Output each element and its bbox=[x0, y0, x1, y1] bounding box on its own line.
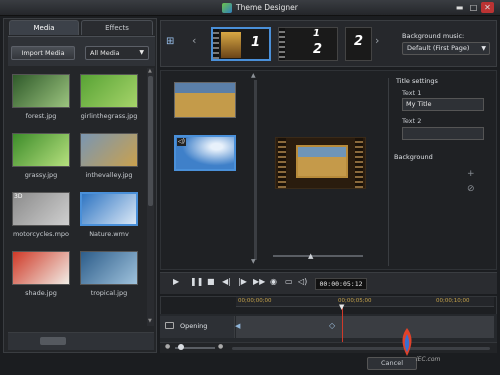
media-item-label: inthevalley.jpg bbox=[85, 171, 133, 179]
media-item[interactable]: forest.jpg bbox=[12, 74, 73, 120]
tab-media[interactable]: Media bbox=[9, 20, 79, 35]
add-scene-icon[interactable]: ⊞ bbox=[166, 36, 174, 47]
media-item-label: girlinthegrass.jpg bbox=[80, 112, 138, 120]
video-audio-icon: ◁) bbox=[177, 138, 186, 146]
placeholder-slot-1[interactable] bbox=[174, 82, 236, 118]
scroll-down-icon[interactable]: ▼ bbox=[251, 258, 256, 265]
tab-effects[interactable]: Effects bbox=[81, 20, 153, 35]
zoom-out-icon[interactable]: ● bbox=[165, 343, 170, 350]
playhead-handle[interactable]: ▼ bbox=[339, 303, 344, 311]
media-thumbnail[interactable] bbox=[80, 133, 138, 167]
scroll-up-icon[interactable]: ▲ bbox=[251, 72, 256, 79]
media-item[interactable]: Nature.wmv bbox=[80, 192, 141, 238]
media-thumbnail[interactable] bbox=[80, 251, 138, 285]
thumbnail-size-control[interactable] bbox=[40, 337, 66, 345]
scroll-down-icon[interactable]: ▼ bbox=[148, 318, 152, 324]
media-thumbnail[interactable] bbox=[12, 74, 70, 108]
track-lane[interactable] bbox=[236, 316, 494, 338]
add-background-icon[interactable]: + bbox=[467, 169, 475, 179]
maximize-button[interactable]: □ bbox=[467, 2, 480, 13]
snapshot-icon[interactable]: ◉ bbox=[270, 277, 277, 286]
timecode-display: 00:00:05:12 bbox=[315, 278, 367, 290]
previous-frame-button[interactable]: ◀| bbox=[222, 277, 231, 286]
background-heading: Background bbox=[394, 153, 433, 161]
preview-slider-track[interactable] bbox=[273, 255, 363, 257]
media-item[interactable]: tropical.jpg bbox=[80, 251, 141, 297]
title-settings-heading: Title settings bbox=[396, 77, 438, 85]
media-thumbnail[interactable] bbox=[80, 192, 138, 226]
media-item[interactable]: inthevalley.jpg bbox=[80, 133, 141, 179]
scene-number: 1 bbox=[313, 28, 320, 39]
3d-badge: 3D bbox=[14, 193, 23, 200]
media-item-label: motorcycles.mpo bbox=[12, 230, 70, 238]
chevron-down-icon: ▼ bbox=[139, 49, 144, 56]
slot-scrollbar[interactable] bbox=[254, 80, 257, 260]
media-thumbnail[interactable] bbox=[12, 251, 70, 285]
media-item-label: forest.jpg bbox=[25, 112, 57, 120]
import-media-button[interactable]: Import Media bbox=[11, 46, 75, 60]
track-label: Opening bbox=[180, 322, 208, 330]
scroll-thumb[interactable] bbox=[148, 76, 153, 206]
media-item-label: Nature.wmv bbox=[89, 230, 129, 238]
background-music-value: Default (First Page) bbox=[407, 44, 470, 52]
text2-label: Text 2 bbox=[402, 117, 422, 125]
chevron-down-icon: ▼ bbox=[481, 45, 486, 52]
media-filter-value: All Media bbox=[90, 49, 120, 57]
strip-prev-button[interactable]: ‹ bbox=[192, 34, 196, 47]
fast-forward-button[interactable]: ▶▶ bbox=[253, 277, 265, 286]
cancel-button[interactable]: Cancel bbox=[367, 357, 417, 370]
background-music-label: Background music: bbox=[402, 32, 465, 40]
close-button[interactable]: ✕ bbox=[481, 2, 494, 13]
zoom-slider-handle[interactable] bbox=[178, 344, 184, 350]
text1-label: Text 1 bbox=[402, 89, 422, 97]
scene-tile-ending[interactable]: 2 bbox=[345, 27, 372, 61]
preview-slider-handle[interactable]: ▲ bbox=[308, 252, 313, 260]
scene-tile-opening[interactable]: 1 bbox=[211, 27, 271, 61]
media-thumbnail[interactable] bbox=[80, 74, 138, 108]
app-icon bbox=[222, 3, 232, 13]
media-item[interactable]: grassy.jpg bbox=[12, 133, 73, 179]
scene-number: 2 bbox=[313, 42, 323, 57]
window-title: Theme Designer bbox=[236, 3, 298, 12]
minimize-button[interactable]: ▬ bbox=[453, 2, 466, 13]
stop-button[interactable]: ■ bbox=[207, 277, 215, 286]
media-panel-footer bbox=[8, 332, 154, 350]
play-button[interactable]: ▶ bbox=[173, 277, 179, 286]
start-marker-icon[interactable]: ◀ bbox=[235, 322, 240, 330]
media-thumbnail[interactable]: 3D bbox=[12, 192, 70, 226]
strip-next-button[interactable]: › bbox=[375, 34, 379, 47]
settings-divider bbox=[388, 78, 389, 266]
text2-input[interactable] bbox=[402, 127, 484, 140]
text1-input[interactable]: My Title bbox=[402, 98, 484, 111]
scene-track-icon bbox=[165, 322, 174, 329]
media-item[interactable]: girlinthegrass.jpg bbox=[80, 74, 141, 120]
scene-tile-middle[interactable]: 1 2 bbox=[278, 27, 338, 61]
volume-icon[interactable]: ◁) bbox=[298, 277, 307, 286]
media-thumbnail[interactable] bbox=[12, 133, 70, 167]
timeline-scrollbar[interactable] bbox=[232, 347, 490, 350]
playhead-line bbox=[342, 306, 343, 344]
media-filter-select[interactable]: All Media ▼ bbox=[85, 46, 149, 60]
ruler-tick-label: 00;00;00;00 bbox=[238, 298, 272, 304]
pause-button[interactable]: ❚❚ bbox=[190, 277, 203, 286]
media-item-label: shade.jpg bbox=[25, 289, 57, 297]
media-item-label: tropical.jpg bbox=[90, 289, 128, 297]
zoom-in-icon[interactable]: ● bbox=[218, 343, 223, 350]
scroll-up-icon[interactable]: ▲ bbox=[148, 68, 152, 74]
scene-number: 2 bbox=[354, 34, 364, 49]
remove-background-icon[interactable]: ⊘ bbox=[467, 184, 475, 194]
watermark-text: iEC.com bbox=[416, 356, 441, 363]
media-item-label: grassy.jpg bbox=[24, 171, 58, 179]
keyframe-icon[interactable]: ◇ bbox=[329, 321, 335, 330]
display-mode-icon[interactable]: ▭ bbox=[285, 277, 293, 286]
ruler-tick-label: 00;00;10;00 bbox=[436, 298, 470, 304]
background-music-select[interactable]: Default (First Page) ▼ bbox=[402, 42, 490, 55]
media-item[interactable]: shade.jpg bbox=[12, 251, 73, 297]
media-grid: forest.jpg girlinthegrass.jpg grassy.jpg in… bbox=[8, 68, 146, 320]
next-frame-button[interactable]: |▶ bbox=[238, 277, 247, 286]
watermark-logo bbox=[402, 328, 412, 356]
scene-number: 1 bbox=[251, 35, 261, 50]
preview-image bbox=[296, 145, 348, 178]
media-item[interactable]: 3D motorcycles.mpo bbox=[12, 192, 73, 238]
